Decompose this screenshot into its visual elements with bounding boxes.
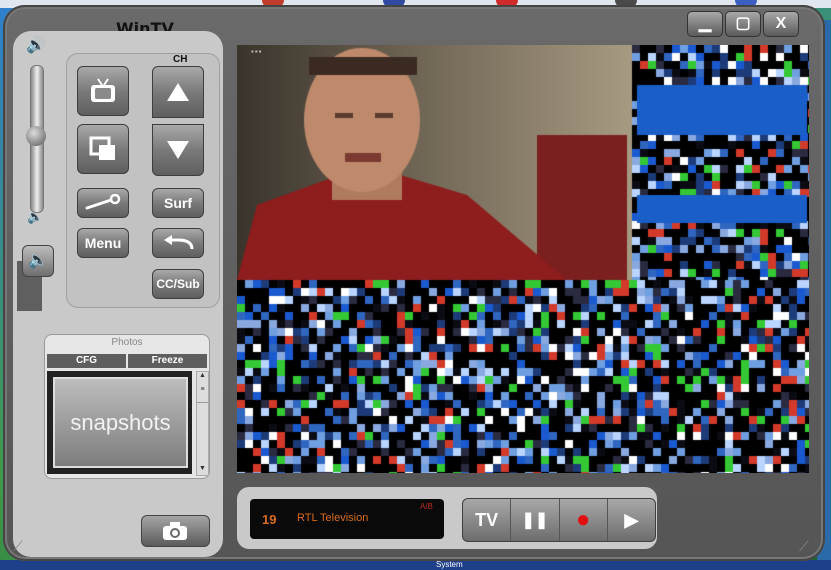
channel-label: CH [173, 54, 188, 65]
tv-icon [91, 78, 115, 102]
window-controls: ▁ ▢ X [687, 11, 799, 37]
channel-up-button[interactable] [152, 66, 204, 118]
snapshot-gallery: snapshots [47, 371, 192, 474]
station-logo-icon: ▪▪▪ [251, 47, 263, 56]
play-icon: ▶ [624, 509, 639, 530]
maximize-button[interactable]: ▢ [725, 11, 761, 37]
taskbar: System [0, 560, 831, 570]
record-button[interactable]: ● [560, 499, 608, 541]
scroll-thumb[interactable]: ≡ [197, 386, 208, 403]
minimize-button[interactable]: ▁ [687, 11, 723, 37]
tv-button[interactable]: TV [463, 499, 512, 541]
back-arrow-icon [164, 235, 194, 250]
taskbar-item[interactable]: System [436, 560, 463, 570]
record-icon: ● [575, 506, 591, 533]
speaker-icon: 🔈 [28, 252, 48, 269]
back-button[interactable] [152, 228, 204, 258]
photos-header: Photos [111, 337, 143, 348]
channel-down-button[interactable] [152, 124, 204, 176]
pip-button[interactable] [77, 124, 129, 174]
pause-button[interactable]: ❚❚ [511, 499, 560, 541]
scroll-down-icon[interactable]: ▼ [197, 465, 208, 475]
play-button[interactable]: ▶ [608, 499, 655, 541]
volume-low-icon: 🔈 [27, 209, 44, 224]
volume-slider-thumb[interactable] [26, 126, 46, 146]
wrench-icon [85, 194, 121, 210]
snapshots-button[interactable]: snapshots [53, 377, 188, 468]
menu-button[interactable]: Menu [77, 228, 129, 258]
arrow-up-icon [167, 83, 189, 101]
video-frame [237, 45, 809, 473]
resize-grip-right[interactable]: ⟋ [799, 538, 809, 555]
pause-icon: ❚❚ [521, 512, 549, 529]
photos-panel: Photos CFG Freeze snapshots ▲ ≡ ▼ [44, 334, 210, 479]
snapshot-camera-button[interactable] [141, 515, 210, 547]
window-overlap-icon [89, 136, 115, 160]
channel-name: RTL Television [297, 512, 369, 524]
arrow-down-icon [167, 141, 189, 159]
camera-icon [163, 522, 187, 540]
tab-freeze[interactable]: Freeze [128, 354, 207, 368]
cc-sub-button[interactable]: CC/Sub [152, 269, 204, 299]
resize-grip-left[interactable]: ⟋ [13, 538, 23, 555]
tv-mode-button[interactable] [77, 66, 129, 116]
audio-mode: A/B [420, 502, 433, 511]
surf-button[interactable]: Surf [152, 188, 204, 218]
settings-button[interactable] [77, 188, 129, 218]
gallery-scrollbar[interactable]: ▲ ≡ ▼ [196, 371, 209, 476]
video-display[interactable]: ▪▪▪ [237, 45, 809, 473]
transport-controls: TV ❚❚ ● ▶ [462, 498, 656, 542]
mute-button[interactable]: 🔈 [22, 245, 54, 277]
channel-display: 19 RTL Television A/B [250, 499, 444, 539]
close-button[interactable]: X [763, 11, 799, 37]
tab-cfg[interactable]: CFG [47, 354, 126, 368]
scroll-up-icon[interactable]: ▲ [197, 372, 208, 382]
volume-high-icon: 🔊 [26, 37, 46, 54]
channel-number: 19 [262, 512, 277, 527]
